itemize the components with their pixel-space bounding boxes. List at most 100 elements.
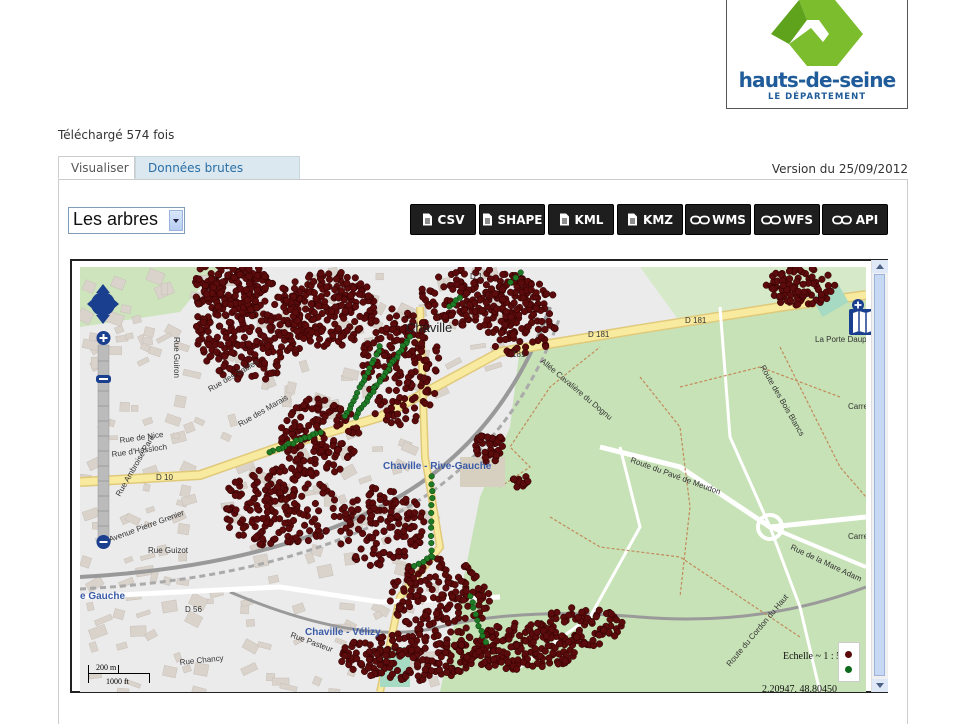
- tree-dot[interactable]: [347, 506, 356, 514]
- tree-dot[interactable]: [769, 285, 777, 293]
- tree-dot[interactable]: [543, 290, 551, 298]
- tree-dot[interactable]: [407, 369, 415, 377]
- tree-dot[interactable]: [545, 317, 553, 325]
- tree-dot[interactable]: [495, 647, 503, 655]
- tree-dot[interactable]: [422, 388, 430, 396]
- tree-dot[interactable]: [531, 645, 539, 653]
- tree-dot[interactable]: [345, 301, 353, 309]
- tree-dot[interactable]: [376, 496, 384, 504]
- tree-dot[interactable]: [194, 313, 202, 321]
- tree-dot[interactable]: [418, 528, 426, 536]
- tree-dot[interactable]: [509, 331, 517, 339]
- tree-dot[interactable]: [232, 506, 240, 514]
- tree-dot[interactable]: [388, 588, 396, 596]
- tree-dot[interactable]: [366, 561, 374, 569]
- tree-dot[interactable]: [380, 351, 388, 360]
- tree-dot[interactable]: [329, 504, 337, 512]
- tree-dot[interactable]: [386, 597, 394, 605]
- tree-dot[interactable]: [413, 500, 421, 509]
- tree-dot[interactable]: [219, 278, 227, 286]
- tree-dot[interactable]: [365, 648, 374, 656]
- tree-dot[interactable]: [357, 280, 365, 288]
- tree-dot[interactable]: [263, 502, 271, 510]
- tree-dot[interactable]: [450, 641, 458, 649]
- tree-dot[interactable]: [371, 410, 379, 418]
- tree-dot[interactable]: [407, 586, 415, 594]
- tree-dot[interactable]: [361, 554, 369, 562]
- tree-dot[interactable]: [276, 515, 284, 523]
- tree-dot[interactable]: [253, 272, 262, 280]
- tree-dot[interactable]: [554, 660, 562, 668]
- tree-dot[interactable]: [255, 466, 263, 475]
- tree-dot[interactable]: [329, 332, 337, 340]
- tree-dot[interactable]: [325, 275, 334, 283]
- tree-dot[interactable]: [331, 468, 339, 476]
- tree-dot[interactable]: [388, 650, 397, 659]
- tree-dot[interactable]: [256, 540, 264, 548]
- tree-dot[interactable]: [290, 293, 298, 301]
- tree-dot[interactable]: [824, 282, 832, 290]
- tree-dot[interactable]: [341, 307, 349, 315]
- tree-dot[interactable]: [367, 671, 375, 680]
- tree-dot[interactable]: [541, 326, 549, 334]
- tree-dot[interactable]: [545, 310, 554, 318]
- tree-dot[interactable]: [499, 270, 507, 279]
- tree-dot[interactable]: [267, 539, 275, 547]
- tree-dot[interactable]: [276, 488, 284, 496]
- tree-dot[interactable]: [307, 457, 315, 465]
- map-canvas[interactable]: Chaville Chaville - Rive-Gauche Chaville…: [80, 267, 866, 692]
- tree-dot[interactable]: [775, 292, 784, 300]
- tree-dot[interactable]: [237, 353, 245, 361]
- tree-dot[interactable]: [534, 619, 542, 627]
- tree-dot[interactable]: [266, 323, 274, 331]
- tree-dot[interactable]: [412, 616, 420, 624]
- tree-dot[interactable]: [497, 329, 505, 337]
- tree-dot[interactable]: [299, 511, 307, 519]
- tree-dot[interactable]: [484, 590, 493, 598]
- tree-dot[interactable]: [239, 516, 247, 524]
- pan-down-icon[interactable]: [96, 315, 110, 324]
- tree-dot[interactable]: [315, 335, 324, 343]
- tree-dot[interactable]: [364, 292, 373, 300]
- tree-dot[interactable]: [327, 307, 336, 316]
- tree-dot[interactable]: [529, 338, 537, 346]
- tree-dot[interactable]: [527, 621, 535, 629]
- tree-dot[interactable]: [434, 631, 442, 640]
- tree-dot[interactable]: [240, 333, 248, 341]
- tree-dot[interactable]: [393, 533, 401, 541]
- tree-dot[interactable]: [320, 483, 328, 491]
- tree-dot[interactable]: [251, 371, 259, 380]
- tree-dot[interactable]: [502, 664, 510, 673]
- tree-dot[interactable]: [611, 632, 619, 640]
- tree-dot[interactable]: [447, 628, 455, 636]
- tree-dot[interactable]: [341, 652, 349, 660]
- tree-dot[interactable]: [291, 278, 299, 286]
- tree-dot[interactable]: [285, 454, 293, 462]
- tree-dot[interactable]: [410, 404, 419, 412]
- tree-dot[interactable]: [402, 384, 410, 393]
- tree-dot[interactable]: [372, 519, 380, 527]
- tree-dot[interactable]: [311, 499, 319, 508]
- tree-dot[interactable]: [824, 271, 832, 279]
- tree-dot[interactable]: [230, 306, 238, 314]
- tree-dot[interactable]: [290, 500, 299, 508]
- tree-dot[interactable]: [304, 537, 312, 545]
- tree-dot[interactable]: [408, 637, 416, 646]
- tree-dot[interactable]: [337, 269, 345, 277]
- tree-dot[interactable]: [517, 279, 525, 287]
- tree-dot[interactable]: [215, 355, 223, 363]
- scroll-down-icon[interactable]: [872, 679, 888, 692]
- tree-dot[interactable]: [376, 561, 384, 569]
- tree-dot[interactable]: [460, 596, 468, 604]
- tree-dot[interactable]: [314, 522, 322, 530]
- kml-button[interactable]: KML: [548, 204, 614, 235]
- tree-dot[interactable]: [404, 598, 412, 607]
- tree-dot[interactable]: [408, 646, 416, 654]
- tree-dot[interactable]: [330, 461, 338, 469]
- tree-dot[interactable]: [301, 521, 309, 529]
- tree-dot[interactable]: [271, 497, 279, 505]
- wms-button[interactable]: WMS: [685, 204, 751, 235]
- tree-dot[interactable]: [343, 279, 351, 287]
- tree-dot[interactable]: [225, 523, 234, 531]
- tree-dot[interactable]: [431, 389, 439, 398]
